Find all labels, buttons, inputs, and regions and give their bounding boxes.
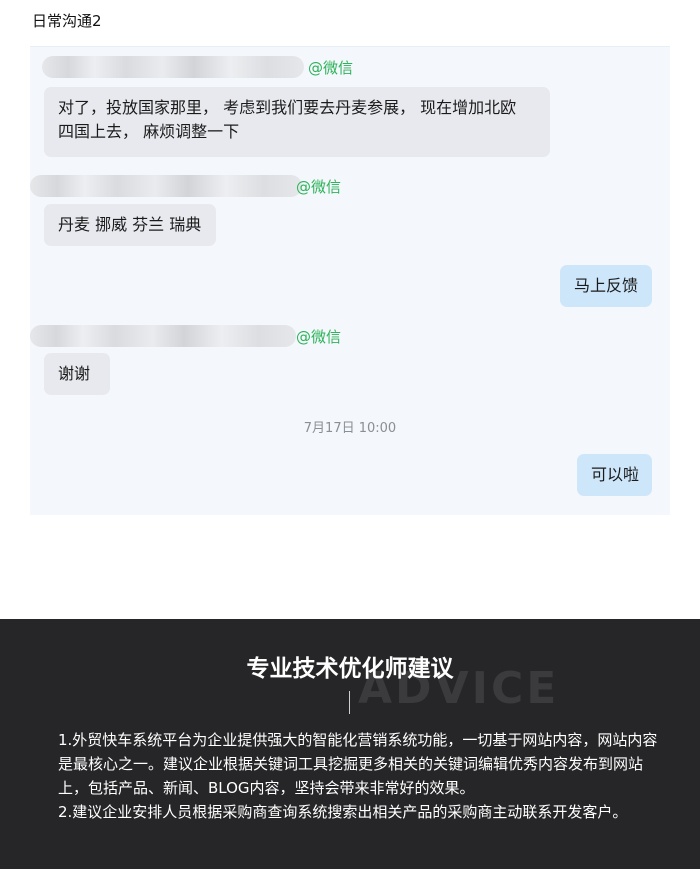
wechat-source-label: @微信 — [296, 328, 342, 346]
outgoing-message-bubble: 可以啦 — [577, 454, 652, 496]
message-timestamp: 7月17日 10:00 — [303, 421, 397, 436]
advice-title: 专业技术优化师建议 — [246, 656, 454, 682]
advice-body: 1.外贸快车系统平台为企业提供强大的智能化营销系统功能，一切基于网站内容，网站内… — [58, 728, 658, 824]
advice-paragraph: 1.外贸快车系统平台为企业提供强大的智能化营销系统功能，一切基于网站内容，网站内… — [58, 731, 658, 797]
incoming-message-bubble: 谢谢 — [44, 353, 110, 395]
incoming-message-bubble: 丹麦 挪威 芬兰 瑞典 — [44, 204, 216, 246]
page: 日常沟通2 @微信 对了，投放国家那里， 考虑到我们要去丹麦参展， 现在增加北欧… — [0, 0, 700, 869]
message-text-line: 对了，投放国家那里， 考虑到我们要去丹麦参展， 现在增加北欧 — [58, 98, 517, 117]
wechat-source-label: @微信 — [296, 178, 342, 196]
sender-label: @微信 — [30, 175, 350, 197]
sender-label: @微信 — [42, 56, 362, 78]
advice-section: ADVICE 专业技术优化师建议 1.外贸快车系统平台为企业提供强大的智能化营销… — [0, 619, 700, 869]
blurred-sender-name — [42, 56, 304, 78]
page-title: 日常沟通2 — [32, 12, 102, 30]
message-text-line: 四国上去， 麻烦调整一下 — [58, 122, 240, 141]
blurred-sender-name — [30, 325, 296, 347]
chat-screenshot: @微信 对了，投放国家那里， 考虑到我们要去丹麦参展， 现在增加北欧 四国上去，… — [30, 46, 670, 515]
advice-divider — [349, 691, 350, 714]
outgoing-message-bubble: 马上反馈 — [560, 265, 652, 307]
incoming-message-bubble: 对了，投放国家那里， 考虑到我们要去丹麦参展， 现在增加北欧 四国上去， 麻烦调… — [44, 87, 550, 157]
wechat-source-label: @微信 — [308, 59, 354, 77]
sender-label: @微信 — [30, 325, 350, 347]
blurred-sender-name — [30, 175, 302, 197]
advice-paragraph: 2.建议企业安排人员根据采购商查询系统搜索出相关产品的采购商主动联系开发客户。 — [58, 803, 628, 821]
